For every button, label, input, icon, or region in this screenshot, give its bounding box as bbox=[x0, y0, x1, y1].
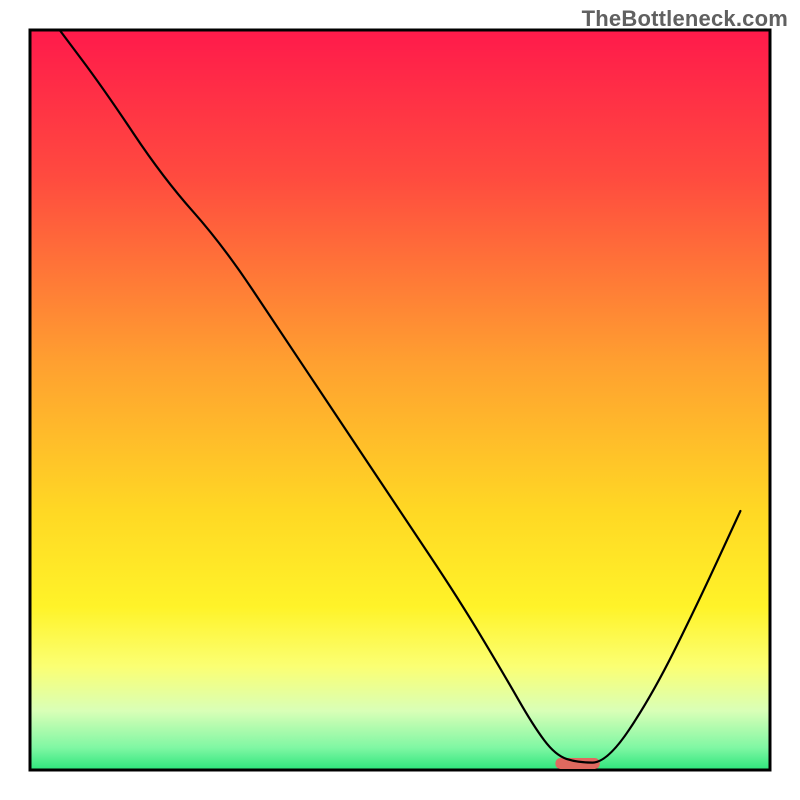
watermark-label: TheBottleneck.com bbox=[582, 6, 788, 32]
chart-svg bbox=[0, 0, 800, 800]
plot-background bbox=[30, 30, 770, 770]
chart-container: TheBottleneck.com bbox=[0, 0, 800, 800]
